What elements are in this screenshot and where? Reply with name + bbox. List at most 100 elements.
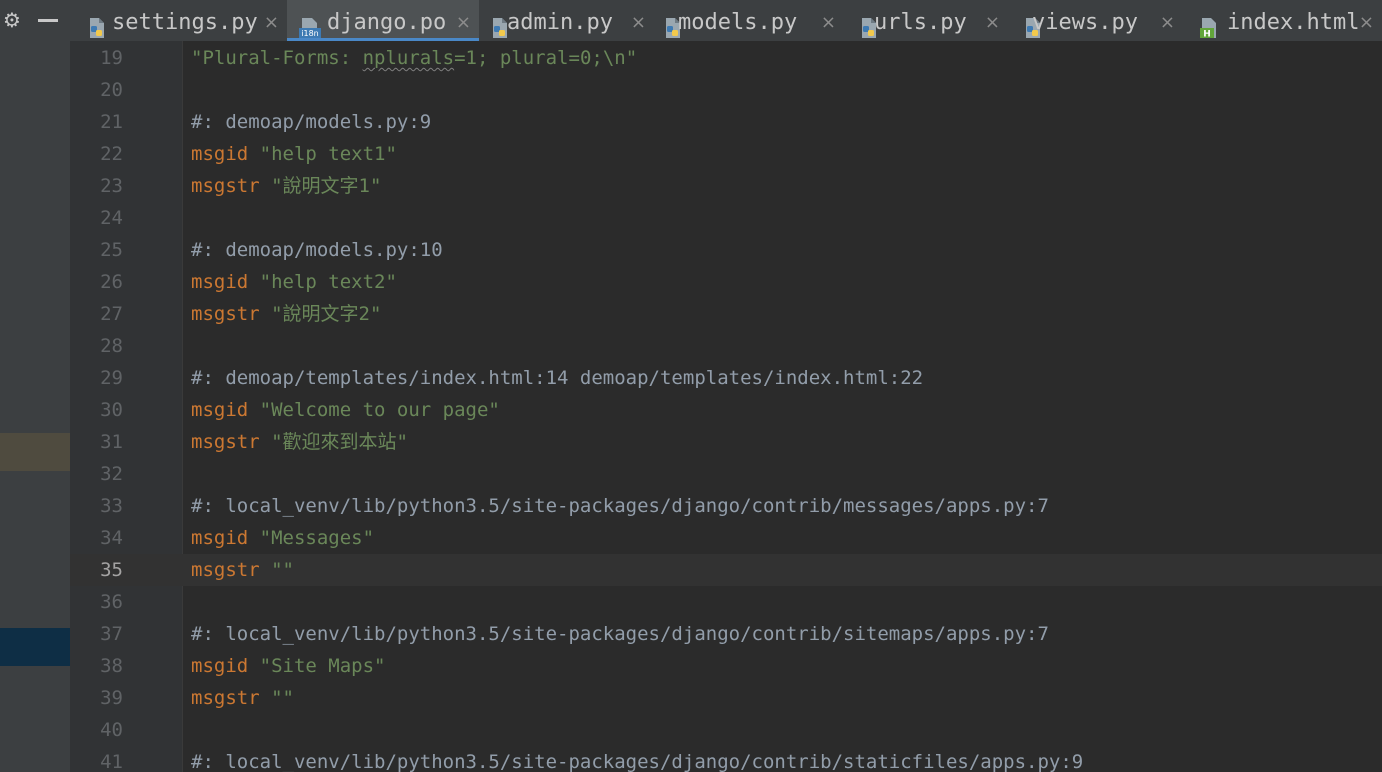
keyword-token: msgid [191, 655, 249, 677]
tab-label: admin.py [507, 10, 613, 35]
line-number: 36 [100, 591, 123, 613]
code-line[interactable]: 27 msgstr "說明文字2" [70, 298, 1382, 330]
close-icon[interactable]: × [1160, 0, 1175, 41]
code-text: msgstr "歡迎來到本站" [191, 426, 408, 458]
code-text: #: demoap/templates/index.html:14 demoap… [191, 362, 923, 394]
comment-token: #: demoap/templates/index.html:14 demoap… [191, 367, 924, 389]
close-icon[interactable]: × [985, 0, 1000, 41]
line-number: 21 [100, 111, 123, 133]
line-number: 20 [100, 79, 123, 101]
tab-urls-py[interactable]: urls.py × [844, 0, 1008, 41]
code-line[interactable]: 40 [70, 714, 1382, 746]
comment-token: #: demoap/models.py:10 [191, 239, 443, 261]
code-line[interactable]: 19 "Plural-Forms: nplurals=1; plural=0;\n… [70, 42, 1382, 74]
code-text: msgstr "" [191, 554, 294, 586]
comment-token: #: local_venv/lib/python3.5/site-package… [191, 495, 1049, 517]
close-icon[interactable]: × [264, 0, 279, 41]
code-line[interactable]: 28 [70, 330, 1382, 362]
string-token: "歡迎來到本站" [271, 431, 408, 453]
line-number: 24 [100, 207, 123, 229]
code-line[interactable]: 20 [70, 74, 1382, 106]
comment-token: #: demoap/models.py:9 [191, 111, 432, 133]
keyword-token: msgstr [191, 687, 260, 709]
code-line[interactable]: 32 [70, 458, 1382, 490]
code-text: msgid "Site Maps" [191, 650, 386, 682]
code-text: msgstr "說明文字1" [191, 170, 381, 202]
string-token: "Site Maps" [259, 655, 386, 677]
code-line[interactable]: 34 msgid "Messages" [70, 522, 1382, 554]
code-line[interactable]: 41 #: local_venv/lib/python3.5/site-packa… [70, 746, 1382, 772]
code-line[interactable]: 26 msgid "help text2" [70, 266, 1382, 298]
i18n-file-icon: i18n [299, 10, 321, 38]
code-text: msgstr "說明文字2" [191, 298, 381, 330]
line-number: 28 [100, 335, 123, 357]
code-text: msgid "Welcome to our page" [191, 394, 500, 426]
tab-models-py[interactable]: models.py × [654, 0, 844, 41]
minimize-icon[interactable] [38, 19, 58, 22]
code-line[interactable]: 33 #: local_venv/lib/python3.5/site-packa… [70, 490, 1382, 522]
line-number: 38 [100, 655, 123, 677]
code-text: #: demoap/models.py:9 [191, 106, 431, 138]
svg-text:H: H [1203, 30, 1211, 40]
code-line[interactable]: 23 msgstr "說明文字1" [70, 170, 1382, 202]
comment-token: #: local_venv/lib/python3.5/site-package… [191, 751, 1084, 772]
line-number: 40 [100, 719, 123, 741]
line-number: 22 [100, 143, 123, 165]
tab-label: models.py [678, 10, 798, 35]
string-token: "說明文字1" [271, 175, 382, 197]
code-text: #: demoap/models.py:10 [191, 234, 443, 266]
code-line[interactable]: 24 [70, 202, 1382, 234]
code-line[interactable]: 37 #: local_venv/lib/python3.5/site-packa… [70, 618, 1382, 650]
code-text: #: local_venv/lib/python3.5/site-package… [191, 746, 1083, 772]
string-token: "Plural-Forms: [191, 47, 363, 69]
close-icon[interactable]: × [1359, 0, 1374, 41]
code-line[interactable]: 22 msgid "help text1" [70, 138, 1382, 170]
close-icon[interactable]: × [821, 0, 836, 41]
python-file-icon [88, 10, 106, 38]
tab-django-po[interactable]: i18n django.po × [287, 0, 479, 41]
code-text: #: local_venv/lib/python3.5/site-package… [191, 490, 1049, 522]
tab-label: urls.py [874, 10, 967, 35]
code-line[interactable]: 25 #: demoap/models.py:10 [70, 234, 1382, 266]
keyword-token: msgstr [191, 431, 260, 453]
code-line[interactable]: 30 msgid "Welcome to our page" [70, 394, 1382, 426]
code-line[interactable]: 29 #: demoap/templates/index.html:14 demo… [70, 362, 1382, 394]
code-line[interactable]: 39 msgstr "" [70, 682, 1382, 714]
current-code-line[interactable]: 35 msgstr "" [70, 554, 1382, 586]
keyword-token: msgid [191, 527, 249, 549]
code-editor[interactable]: 19 "Plural-Forms: nplurals=1; plural=0;\n… [70, 41, 1382, 772]
keyword-token: msgid [191, 271, 249, 293]
string-token: "說明文字2" [271, 303, 382, 325]
html-file-icon: H [1199, 10, 1217, 40]
code-line[interactable]: 21 #: demoap/models.py:9 [70, 106, 1382, 138]
line-number: 32 [100, 463, 123, 485]
tab-settings-py[interactable]: settings.py × [70, 0, 287, 41]
close-icon[interactable]: × [631, 0, 646, 41]
code-text: msgid "Messages" [191, 522, 374, 554]
tab-label: django.po [327, 10, 447, 35]
keyword-token: msgstr [191, 559, 260, 581]
code-line[interactable]: 36 [70, 586, 1382, 618]
line-number: 19 [100, 47, 123, 69]
tab-admin-py[interactable]: admin.py × [479, 0, 654, 41]
string-token: "help text1" [259, 143, 397, 165]
keyword-token: msgid [191, 399, 249, 421]
string-token: "" [271, 559, 294, 581]
code-text: msgstr "" [191, 682, 294, 714]
close-icon[interactable]: × [456, 0, 471, 41]
tab-label: index.html [1227, 10, 1360, 35]
tab-label: settings.py [112, 10, 258, 35]
tab-index-html[interactable]: Hindex.html × [1183, 0, 1382, 41]
gear-icon[interactable]: ⚙ [0, 6, 24, 34]
tab-views-py[interactable]: views.py × [1008, 0, 1183, 41]
code-line[interactable]: 31 msgstr "歡迎來到本站" [70, 426, 1382, 458]
line-number: 23 [100, 175, 123, 197]
tab-label: views.py [1032, 10, 1138, 35]
code-line[interactable]: 38 msgid "Site Maps" [70, 650, 1382, 682]
